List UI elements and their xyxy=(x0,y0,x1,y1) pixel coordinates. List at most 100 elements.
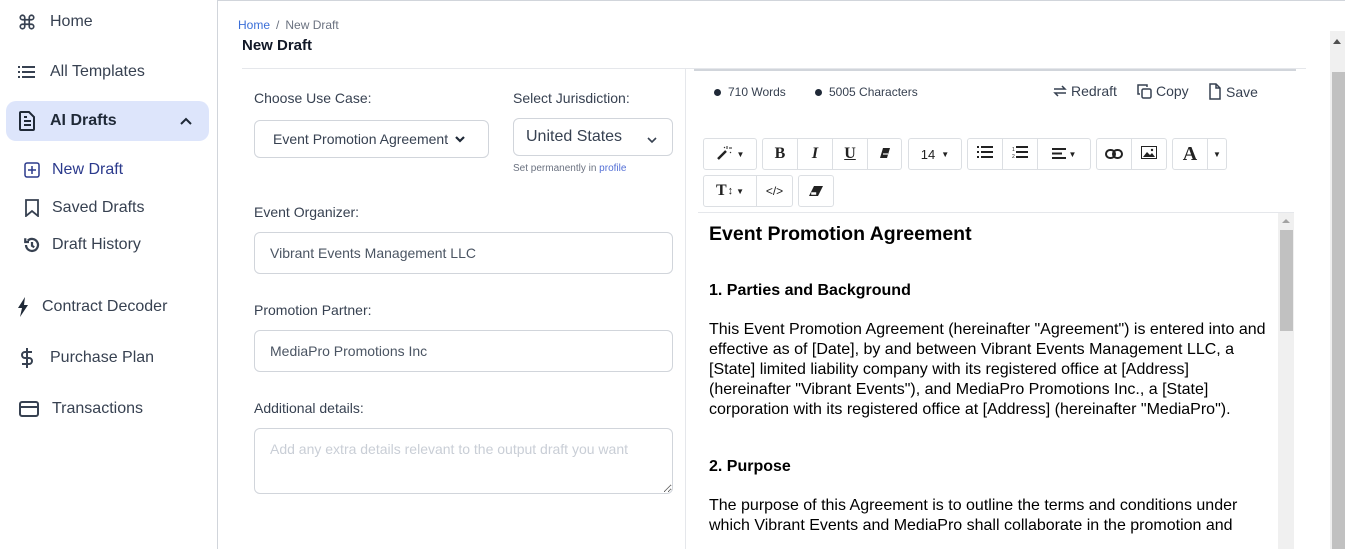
editor-scrollbar[interactable] xyxy=(1278,213,1294,549)
font-size-select[interactable]: 14 ▼ xyxy=(909,139,961,169)
organizer-label: Event Organizer: xyxy=(254,204,360,220)
sidebar-item-label: Home xyxy=(50,13,93,30)
section-body: This Event Promotion Agreement (hereinaf… xyxy=(709,321,1266,418)
credit-card-icon xyxy=(18,398,40,420)
magic-style-button[interactable]: ▼ xyxy=(704,139,756,169)
chevron-down-icon xyxy=(454,131,466,147)
toolbar-group-fontsize: 14 ▼ xyxy=(908,138,962,170)
text-style-button[interactable]: T ↕ ▼ xyxy=(704,176,757,206)
caret-down-icon: ▼ xyxy=(1213,149,1221,159)
jurisdiction-value: United States xyxy=(526,128,623,145)
svg-text:2: 2 xyxy=(1012,154,1015,159)
font-color-dropdown[interactable]: ▼ xyxy=(1208,139,1226,169)
sidebar-item-ai-drafts[interactable]: AI Drafts xyxy=(6,101,209,141)
section-heading: 2. Purpose xyxy=(709,458,791,475)
caret-down-icon: ▼ xyxy=(736,186,745,196)
document-title: Event Promotion Agreement xyxy=(709,223,972,245)
align-left-icon xyxy=(1051,147,1066,162)
sidebar-item-home[interactable]: Home xyxy=(6,2,209,42)
use-case-value: Event Promotion Agreement xyxy=(273,131,449,147)
bookmark-icon xyxy=(22,198,42,218)
sidebar-subitem-new-draft[interactable]: New Draft xyxy=(22,156,123,184)
page-scrollbar-thumb[interactable] xyxy=(1332,72,1345,549)
unordered-list-button[interactable] xyxy=(968,139,1003,169)
jurisdiction-hint: Set permanently in profile xyxy=(513,163,627,174)
caret-down-icon: ▼ xyxy=(1068,149,1077,159)
jurisdiction-label: Select Jurisdiction: xyxy=(513,90,630,106)
sidebar-item-all-templates[interactable]: All Templates xyxy=(6,52,209,92)
document-icon xyxy=(16,110,38,132)
height-icon: ↕ xyxy=(727,185,734,197)
underline-button[interactable]: U xyxy=(833,139,868,169)
cutoff-content xyxy=(254,544,534,549)
scroll-up-arrow-icon[interactable] xyxy=(1282,219,1290,223)
toolbar-group-style: T ↕ ▼ </> xyxy=(703,175,793,207)
partner-label: Promotion Partner: xyxy=(254,302,372,318)
sidebar-subitem-label: New Draft xyxy=(52,161,124,178)
page-scrollbar[interactable] xyxy=(1330,31,1345,549)
toolbar-group-eraser xyxy=(798,175,834,207)
lightning-icon xyxy=(12,296,34,318)
document-editor[interactable]: Event Promotion Agreement 1. Parties and… xyxy=(698,213,1278,549)
profile-link[interactable]: profile xyxy=(599,163,626,174)
dollar-icon xyxy=(16,347,38,369)
editor-top-divider xyxy=(694,69,1296,71)
sidebar-subitem-saved-drafts[interactable]: Saved Drafts xyxy=(22,194,144,222)
sidebar-item-transactions[interactable]: Transactions xyxy=(2,389,205,429)
ordered-list-button[interactable]: 12 xyxy=(1003,139,1038,169)
partner-input[interactable] xyxy=(254,330,673,372)
sidebar-subitem-draft-history[interactable]: Draft History xyxy=(22,231,141,259)
sidebar-item-label: Purchase Plan xyxy=(50,349,155,366)
code-view-button[interactable]: </> xyxy=(757,176,792,206)
plus-square-icon xyxy=(22,160,42,180)
magic-wand-icon xyxy=(716,145,734,164)
toolbar-group-magic: ▼ xyxy=(703,138,757,170)
chevron-up-icon[interactable] xyxy=(177,112,195,130)
word-count: 710 Words xyxy=(714,85,786,99)
breadcrumb-current: New Draft xyxy=(285,18,339,32)
copy-button[interactable]: Copy xyxy=(1136,83,1189,99)
save-button[interactable]: Save xyxy=(1207,83,1258,100)
jurisdiction-select[interactable]: United States xyxy=(513,118,673,156)
toolbar-group-paragraph: 12 ▼ xyxy=(967,138,1091,170)
details-textarea[interactable] xyxy=(254,428,673,494)
italic-button[interactable]: I xyxy=(798,139,833,169)
section-heading: 1. Parties and Background xyxy=(709,282,911,299)
numbered-list-icon: 12 xyxy=(1012,146,1028,162)
align-button[interactable]: ▼ xyxy=(1038,139,1090,169)
file-icon xyxy=(1209,83,1221,100)
eraser-button[interactable] xyxy=(799,176,833,206)
toolbar-group-format: B I U xyxy=(762,138,902,170)
font-color-button[interactable]: A xyxy=(1173,139,1208,169)
bullet-list-icon xyxy=(977,146,993,162)
insert-image-button[interactable] xyxy=(1132,139,1166,169)
editor-scrollbar-thumb[interactable] xyxy=(1280,230,1293,331)
link-icon xyxy=(1105,147,1123,162)
svg-text:1: 1 xyxy=(1012,147,1015,153)
breadcrumb-home-link[interactable]: Home xyxy=(238,18,270,32)
use-case-select[interactable]: Event Promotion Agreement xyxy=(254,120,489,158)
breadcrumb: Home / New Draft xyxy=(238,18,339,32)
sidebar-item-label: All Templates xyxy=(50,63,145,80)
clear-format-button[interactable] xyxy=(868,139,901,169)
sidebar: Home All Templates AI Drafts New Draft S… xyxy=(0,0,218,549)
caret-down-icon: ▼ xyxy=(736,149,745,159)
insert-link-button[interactable] xyxy=(1097,139,1132,169)
image-icon xyxy=(1141,146,1157,162)
details-label: Additional details: xyxy=(254,400,364,416)
sidebar-item-label: Contract Decoder xyxy=(42,298,168,315)
toolbar-group-color: A ▼ xyxy=(1172,138,1227,170)
sidebar-item-contract-decoder[interactable]: Contract Decoder xyxy=(0,287,203,327)
use-case-label: Choose Use Case: xyxy=(254,90,372,106)
section-body: The purpose of this Agreement is to outl… xyxy=(709,497,1238,534)
redraft-button[interactable]: Redraft xyxy=(1052,83,1117,99)
bold-button[interactable]: B xyxy=(763,139,798,169)
sidebar-item-purchase-plan[interactable]: Purchase Plan xyxy=(6,338,209,378)
top-border xyxy=(218,0,1345,1)
scroll-up-arrow-icon[interactable] xyxy=(1333,39,1341,44)
history-icon xyxy=(22,235,42,255)
character-count: 5005 Characters xyxy=(815,85,918,99)
sidebar-subitem-label: Saved Drafts xyxy=(52,199,145,216)
organizer-input[interactable] xyxy=(254,232,673,274)
refresh-icon xyxy=(1053,85,1067,97)
